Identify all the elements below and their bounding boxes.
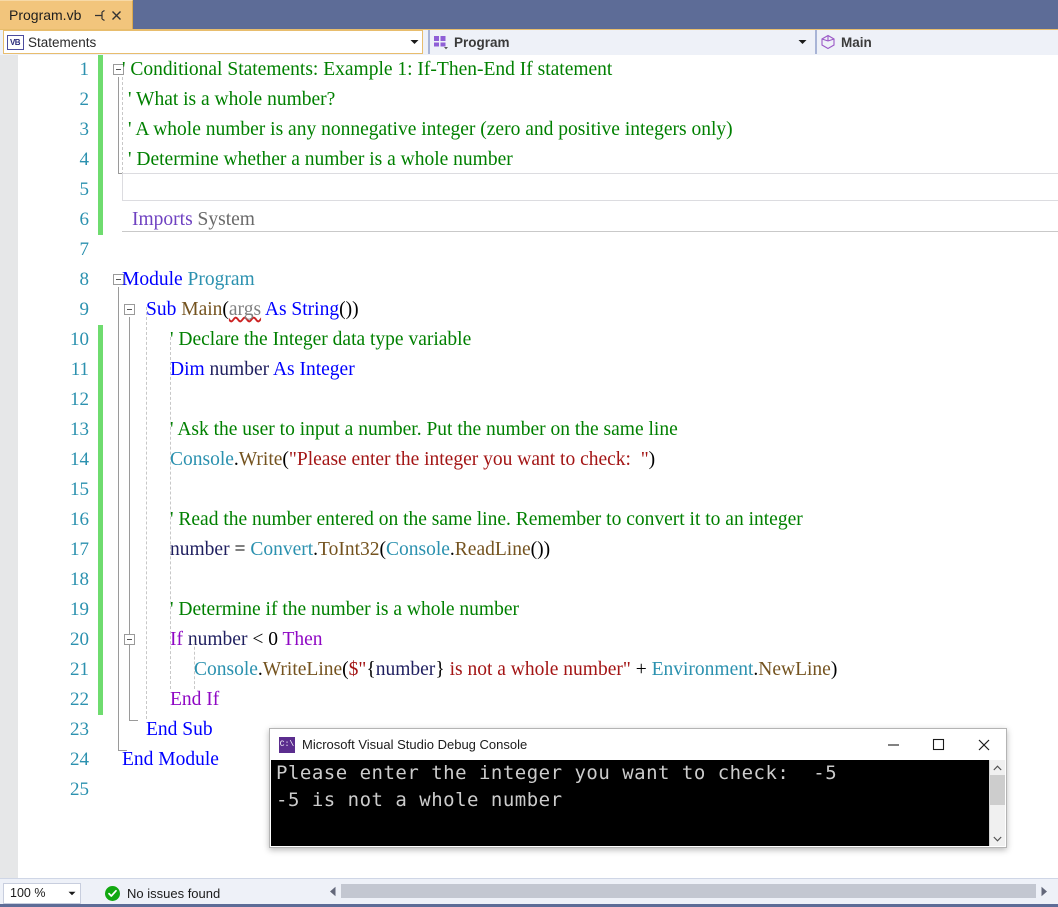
code-line-10: ' Declare the Integer data type variable xyxy=(170,329,472,350)
line-number: 25 xyxy=(70,779,89,800)
indent-guide-3 xyxy=(170,337,171,689)
code-line-13: ' Ask the user to input a number. Put th… xyxy=(170,419,678,440)
code-line-11: Dim number As Integer xyxy=(170,359,355,380)
line-number: 17 xyxy=(70,539,89,560)
issues-status-text: No issues found xyxy=(127,885,221,901)
minimize-button[interactable] xyxy=(871,730,916,760)
console-output-line: -5 is not a whole number xyxy=(276,789,563,811)
code-line-16: ' Read the number entered on the same li… xyxy=(170,509,803,530)
line-number: 18 xyxy=(70,569,89,590)
check-circle-icon xyxy=(105,885,120,901)
line-number: 22 xyxy=(70,689,89,710)
indent-guide-2 xyxy=(146,307,147,719)
type-dropdown-value: Program xyxy=(454,34,510,50)
code-line-21: Console.WriteLine($"{number} is not a wh… xyxy=(194,659,838,680)
member-dropdown-value: Main xyxy=(841,34,872,50)
document-tab-label: Program.vb xyxy=(9,7,82,23)
horizontal-scrollbar-track[interactable] xyxy=(341,884,1036,898)
triangle-right-icon[interactable] xyxy=(1036,882,1052,900)
close-button[interactable] xyxy=(961,730,1006,760)
line-number: 19 xyxy=(70,599,89,620)
code-line-24: End Module xyxy=(122,749,219,770)
line-number: 13 xyxy=(70,419,89,440)
console-output-area[interactable]: Please enter the integer you want to che… xyxy=(271,760,993,846)
document-tab-program-vb[interactable]: Program.vb xyxy=(0,0,134,29)
type-dropdown[interactable]: Program xyxy=(428,30,810,54)
chevron-up-icon[interactable] xyxy=(990,760,1005,775)
maximize-button[interactable] xyxy=(916,730,961,760)
debug-console-window[interactable]: C:\ Microsoft Visual Studio Debug Consol… xyxy=(269,728,1007,848)
pin-icon[interactable] xyxy=(91,9,108,22)
code-line-20: If number < 0 Then xyxy=(170,629,323,650)
line-number: 23 xyxy=(70,719,89,740)
chevron-down-icon[interactable] xyxy=(64,891,80,896)
line-number: 21 xyxy=(70,659,89,680)
code-line-22: End If xyxy=(170,689,220,710)
code-line-4: ' Determine whether a number is a whole … xyxy=(128,149,513,170)
project-dropdown-value: Statements xyxy=(28,34,97,50)
line-number: 7 xyxy=(79,239,90,260)
code-line-2: ' What is a whole number? xyxy=(128,89,336,110)
editor-indicator-margin xyxy=(0,55,19,878)
triangle-left-icon[interactable] xyxy=(325,882,341,900)
code-line-17: number = Convert.ToInt32(Console.ReadLin… xyxy=(170,539,551,560)
chevron-down-icon[interactable] xyxy=(406,39,422,45)
member-dropdown[interactable]: Main xyxy=(815,30,1045,54)
code-line-8: Module Program xyxy=(122,269,255,290)
code-line-1: ' Conditional Statements: Example 1: If-… xyxy=(122,59,613,80)
line-number: 12 xyxy=(70,389,89,410)
line-number: 3 xyxy=(79,119,90,140)
line-number: 15 xyxy=(70,479,89,500)
chevron-down-icon[interactable] xyxy=(794,39,810,45)
console-title-bar[interactable]: C:\ Microsoft Visual Studio Debug Consol… xyxy=(270,729,1006,760)
line-number: 10 xyxy=(70,329,89,350)
line-number: 5 xyxy=(79,179,90,200)
console-vertical-scrollbar[interactable] xyxy=(989,760,1005,846)
cmd-console-icon: C:\ xyxy=(279,736,295,753)
chevron-down-icon[interactable] xyxy=(990,831,1005,846)
zoom-level-value: 100 % xyxy=(10,886,46,900)
vb-badge-label: VB xyxy=(6,34,24,50)
line-number-gutter: 1 2 3 4 5 6 7 8 9 10 11 12 13 14 15 16 1… xyxy=(18,55,95,878)
vb-file-icon: VB xyxy=(4,34,26,50)
line-number: 16 xyxy=(70,509,89,530)
project-dropdown[interactable]: VB Statements xyxy=(3,30,423,54)
line-number: 1 xyxy=(79,59,90,80)
issues-status[interactable]: No issues found xyxy=(105,885,221,901)
region-outline-box xyxy=(122,173,1058,201)
close-icon[interactable] xyxy=(108,9,125,22)
module-icon xyxy=(430,35,452,50)
change-bar-lower xyxy=(98,325,103,715)
document-tab-strip: Program.vb xyxy=(0,0,1058,29)
editor-horizontal-scrollbar[interactable] xyxy=(325,882,1052,900)
indent-guide-4 xyxy=(194,637,195,689)
console-scrollbar-thumb[interactable] xyxy=(990,775,1005,805)
console-title-text: Microsoft Visual Studio Debug Console xyxy=(302,737,528,752)
code-line-14: Console.Write("Please enter the integer … xyxy=(170,449,656,470)
indent-guide-1 xyxy=(122,77,123,175)
code-line-23: End Sub xyxy=(146,719,213,740)
region-underline xyxy=(122,231,1058,232)
line-number: 20 xyxy=(70,629,89,650)
change-bar-upper xyxy=(98,55,103,235)
code-line-3: ' A whole number is any nonnegative inte… xyxy=(128,119,733,140)
console-output-line: Please enter the integer you want to che… xyxy=(276,762,838,784)
line-number: 24 xyxy=(70,749,89,770)
method-cube-icon xyxy=(817,34,839,50)
line-number: 4 xyxy=(79,149,90,170)
line-number: 14 xyxy=(70,449,89,470)
line-number: 2 xyxy=(79,89,90,110)
horizontal-scrollbar-thumb[interactable] xyxy=(341,884,1036,898)
code-line-9: Sub Main(args As String()) xyxy=(146,299,359,320)
navigation-bar: VB Statements Program Main xyxy=(0,29,1058,55)
line-number: 6 xyxy=(79,209,90,230)
line-number: 11 xyxy=(70,359,89,380)
line-number: 8 xyxy=(79,269,90,290)
line-number: 9 xyxy=(79,299,90,320)
code-line-19: ' Determine if the number is a whole num… xyxy=(170,599,519,620)
zoom-level-dropdown[interactable]: 100 % xyxy=(3,882,81,904)
